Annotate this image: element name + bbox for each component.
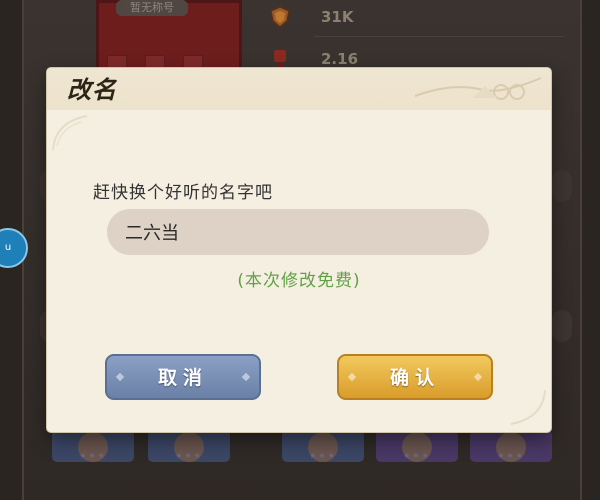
corner-ornament-icon [510, 389, 546, 425]
dialog-title: 改名 [67, 75, 117, 104]
confirm-button[interactable]: 确认 [337, 354, 493, 400]
star-rating: ★★★ [79, 451, 107, 460]
cancel-button[interactable]: 取消 [105, 354, 261, 400]
trophy-icon [274, 50, 286, 68]
dialog-header: 改名 [47, 68, 551, 110]
shield-icon [270, 6, 290, 28]
hero-card: ★★★ [282, 430, 364, 462]
stat-value: 2.16 [321, 50, 359, 68]
hero-card: ★★★ [148, 430, 230, 462]
button-ornament [241, 372, 251, 382]
side-arrow-right [552, 170, 572, 202]
confirm-button-label: 确认 [389, 367, 440, 389]
rename-prompt: 赶快换个好听的名字吧 [93, 183, 273, 203]
hero-card: ★★★ [376, 430, 458, 462]
divider [314, 36, 564, 37]
name-input[interactable] [107, 209, 489, 255]
player-title-tag: 暂无称号 [116, 0, 188, 16]
free-rename-note: (本次修改免费) [237, 271, 361, 291]
side-arrow-right [552, 310, 572, 342]
rename-dialog: 改名 赶快换个好听的名字吧 (本次修改免费) 取消 确认 [47, 68, 551, 432]
star-rating: ★★★ [309, 451, 337, 460]
star-rating: ★★★ [497, 451, 525, 460]
star-rating: ★★★ [403, 451, 431, 460]
star-rating: ★★★ [175, 451, 203, 460]
hero-card: ★★★ [470, 430, 552, 462]
stat-value: 31K [321, 8, 354, 26]
button-ornament [473, 372, 483, 382]
hero-card: ★★★ [52, 430, 134, 462]
cancel-button-label: 取消 [157, 367, 208, 389]
corner-ornament-icon [52, 115, 88, 151]
ornament-icon [414, 77, 542, 100]
button-ornament [347, 372, 357, 382]
button-ornament [115, 372, 125, 382]
